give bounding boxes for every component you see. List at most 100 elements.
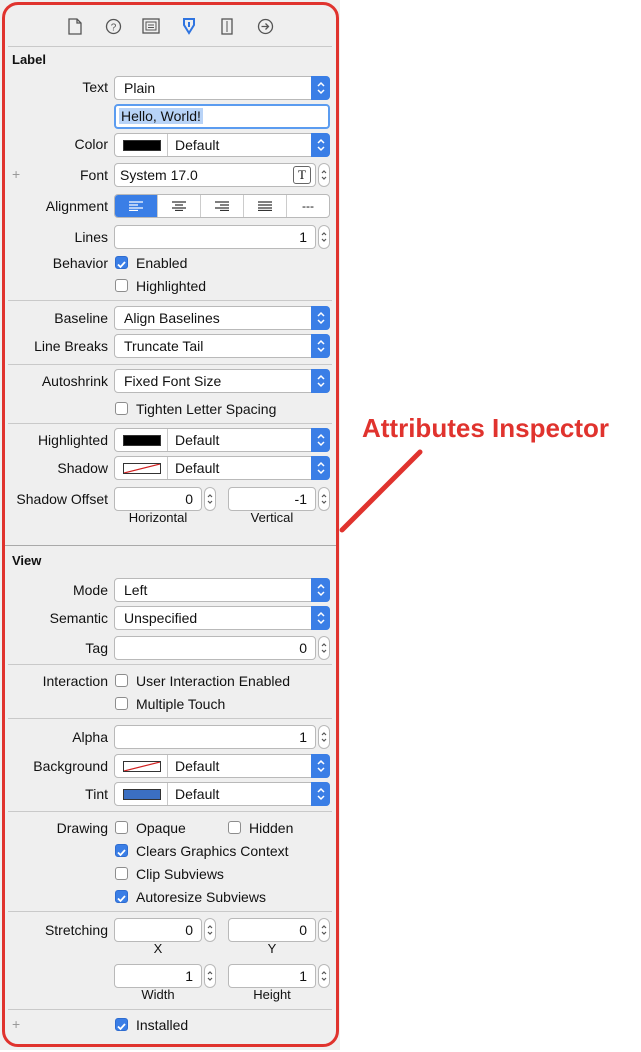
popup-arrows-icon	[311, 754, 330, 778]
annotation-pointer-line	[339, 449, 423, 533]
font-size-stepper[interactable]	[318, 163, 330, 187]
line-breaks-popup[interactable]: Truncate Tail	[114, 334, 330, 358]
clip-subviews-label: Clip Subviews	[136, 866, 224, 882]
divider	[8, 911, 332, 912]
stretch-height-stepper[interactable]	[318, 964, 330, 988]
popup-arrows-icon	[311, 456, 330, 480]
background-color-popup[interactable]: Default	[114, 754, 330, 778]
mode-label: Mode	[72, 582, 108, 598]
stretch-y-field[interactable]: 0	[228, 918, 316, 942]
enabled-checkbox[interactable]	[115, 256, 128, 269]
background-label: Background	[33, 758, 108, 774]
shadow-offset-vertical-field[interactable]: -1	[228, 487, 316, 511]
tighten-letter-spacing-label: Tighten Letter Spacing	[136, 401, 277, 417]
autoresize-subviews-checkbox[interactable]	[115, 890, 128, 903]
stretch-x-stepper[interactable]	[204, 918, 216, 942]
stretch-width-stepper[interactable]	[204, 964, 216, 988]
popup-arrows-icon	[311, 76, 330, 100]
background-color-value: Default	[175, 758, 220, 774]
user-interaction-enabled-label: User Interaction Enabled	[136, 673, 291, 689]
shadow-color-popup[interactable]: Default	[114, 456, 330, 480]
installed-checkbox[interactable]	[115, 1018, 128, 1031]
highlighted-checkbox[interactable]	[115, 279, 128, 292]
connections-inspector-icon[interactable]	[246, 8, 284, 44]
popup-arrows-icon	[311, 782, 330, 806]
shadow-offset-vertical-stepper[interactable]	[318, 487, 330, 511]
tighten-letter-spacing-checkbox[interactable]	[115, 402, 128, 415]
font-value: System 17.0	[120, 167, 198, 183]
drawing-label: Drawing	[56, 820, 108, 836]
font-field[interactable]: System 17.0 T	[114, 163, 316, 187]
text-content-field[interactable]: Hello, World!	[114, 104, 330, 129]
autoresize-subviews-label: Autoresize Subviews	[136, 889, 266, 905]
tint-color-popup[interactable]: Default	[114, 782, 330, 806]
stretch-x-field[interactable]: 0	[114, 918, 202, 942]
popup-arrows-icon	[311, 306, 330, 330]
clip-subviews-checkbox[interactable]	[115, 867, 128, 880]
alignment-segmented-control[interactable]: ---	[114, 194, 330, 218]
annotation-label: Attributes Inspector	[362, 413, 610, 443]
stretch-y-stepper[interactable]	[318, 918, 330, 942]
autoshrink-popup[interactable]: Fixed Font Size	[114, 369, 330, 393]
quick-help-icon[interactable]: ?	[94, 8, 132, 44]
align-center-icon[interactable]	[157, 195, 200, 217]
color-swatch	[123, 140, 161, 151]
mode-popup[interactable]: Left	[114, 578, 330, 602]
tag-stepper[interactable]	[318, 636, 330, 660]
tag-value: 0	[299, 640, 307, 656]
tag-field[interactable]: 0	[114, 636, 316, 660]
shadow-offset-vertical-value: -1	[294, 491, 307, 507]
stretch-width-field[interactable]: 1	[114, 964, 202, 988]
shadow-color-swatch	[123, 463, 161, 474]
multiple-touch-checkbox[interactable]	[115, 697, 128, 710]
file-inspector-icon[interactable]	[56, 8, 94, 44]
lines-stepper[interactable]	[318, 225, 330, 249]
alignment-label: Alignment	[45, 198, 108, 214]
baseline-value: Align Baselines	[124, 310, 220, 326]
text-type-popup[interactable]: Plain	[114, 76, 330, 100]
highlighted-color-popup[interactable]: Default	[114, 428, 330, 452]
lines-field[interactable]: 1	[114, 225, 316, 249]
align-justify-icon[interactable]	[243, 195, 286, 217]
baseline-popup[interactable]: Align Baselines	[114, 306, 330, 330]
text-type-value: Plain	[124, 80, 156, 96]
user-interaction-enabled-checkbox[interactable]	[115, 674, 128, 687]
shadow-offset-label: Shadow Offset	[16, 491, 108, 507]
align-right-icon[interactable]	[200, 195, 243, 217]
opaque-checkbox[interactable]	[115, 821, 128, 834]
stretch-width-value: 1	[185, 968, 193, 984]
alpha-field[interactable]: 1	[114, 725, 316, 749]
section-divider	[4, 545, 338, 546]
divider	[8, 664, 332, 665]
shadow-offset-horizontal-value: 0	[185, 491, 193, 507]
color-value: Default	[175, 137, 220, 153]
semantic-label: Semantic	[49, 610, 108, 626]
size-inspector-icon[interactable]	[208, 8, 246, 44]
semantic-popup[interactable]: Unspecified	[114, 606, 330, 630]
interaction-label: Interaction	[42, 673, 108, 689]
font-picker-icon[interactable]: T	[293, 166, 311, 184]
hidden-checkbox[interactable]	[228, 821, 241, 834]
clears-graphics-context-checkbox[interactable]	[115, 844, 128, 857]
shadow-offset-horizontal-field[interactable]: 0	[114, 487, 202, 511]
behavior-label: Behavior	[52, 255, 108, 271]
enabled-label: Enabled	[136, 255, 188, 271]
background-color-swatch	[123, 761, 161, 772]
stretch-height-field[interactable]: 1	[228, 964, 316, 988]
divider	[167, 783, 168, 805]
divider	[8, 46, 332, 47]
identity-inspector-icon[interactable]	[132, 8, 170, 44]
add-installed-variation-icon[interactable]: +	[12, 1016, 20, 1032]
align-natural-option[interactable]: ---	[286, 195, 329, 217]
svg-text:?: ?	[110, 22, 116, 33]
lines-label: Lines	[74, 229, 108, 245]
alpha-stepper[interactable]	[318, 725, 330, 749]
attributes-inspector-icon[interactable]	[170, 8, 208, 44]
shadow-offset-horizontal-stepper[interactable]	[204, 487, 216, 511]
horizontal-caption: Horizontal	[128, 510, 188, 525]
color-popup[interactable]: Default	[114, 133, 330, 157]
divider	[167, 429, 168, 451]
align-left-icon[interactable]	[115, 195, 157, 217]
highlighted-color-label: Highlighted	[37, 432, 108, 448]
tint-color-swatch	[123, 789, 161, 800]
